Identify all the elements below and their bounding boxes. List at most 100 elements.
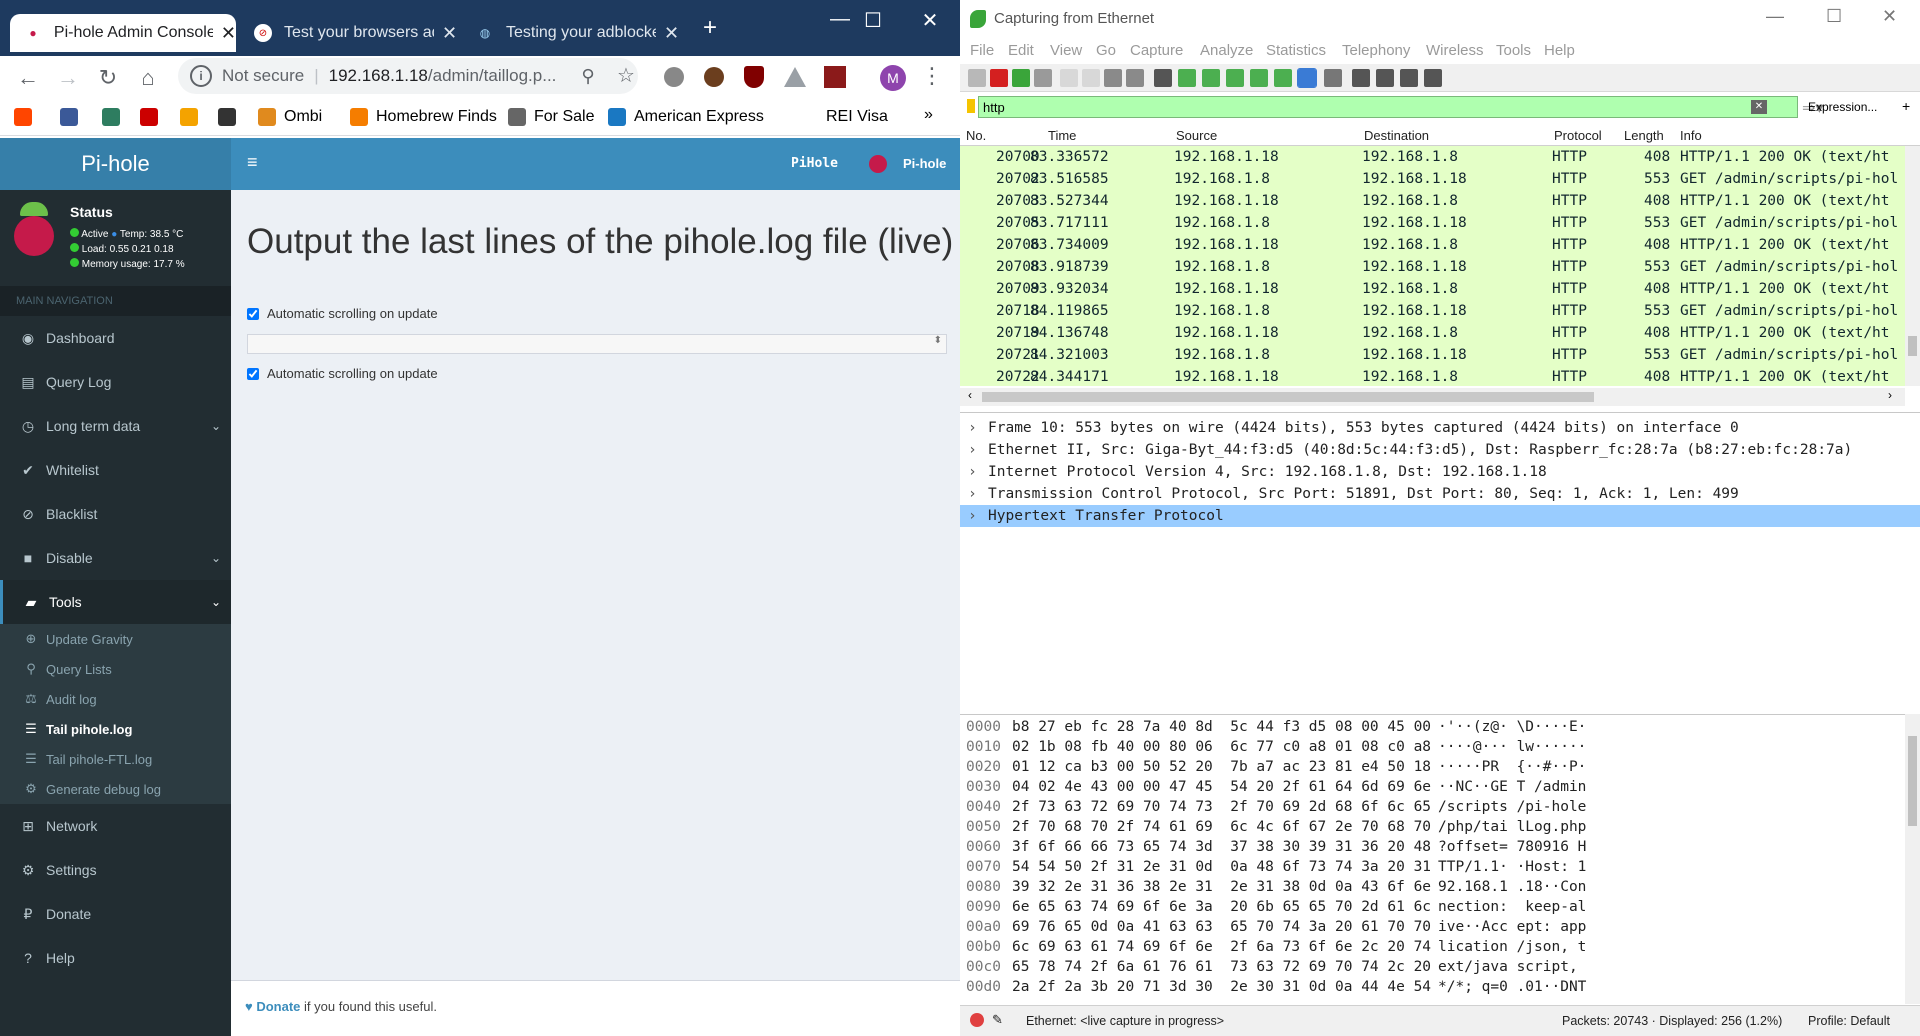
stepper-icon[interactable]: ⬍ <box>934 335 942 346</box>
hex-ascii[interactable]: ·'··(z@· \D····E· <box>1438 719 1586 735</box>
hex-bytes[interactable]: 65 78 74 2f 6a 61 76 61 73 63 72 69 70 7… <box>1012 959 1431 975</box>
column-destination[interactable]: Destination <box>1364 128 1429 143</box>
forward-arrow-icon[interactable]: → <box>54 64 82 92</box>
bookmark-item[interactable]: REI Visa <box>800 108 888 126</box>
hex-bytes[interactable]: 3f 6f 66 66 73 65 74 3d 37 38 30 39 31 3… <box>1012 839 1431 855</box>
close-window-button[interactable]: ✕ <box>1882 6 1897 27</box>
chevron-right-icon[interactable]: › <box>968 505 977 527</box>
menu-tools[interactable]: Tools <box>1496 42 1531 59</box>
bookmark-item[interactable] <box>218 108 236 126</box>
detail-row[interactable]: › Hypertext Transfer Protocol <box>960 505 1920 527</box>
hex-bytes[interactable]: 2f 73 63 72 69 70 74 73 2f 70 69 2d 68 6… <box>1012 799 1431 815</box>
kebab-menu-icon[interactable]: ⋮ <box>918 62 946 90</box>
table-row[interactable]: 20708 83.918739 192.168.1.8 192.168.1.18 HTT… <box>960 256 1905 278</box>
open-file-icon[interactable] <box>1060 69 1078 87</box>
stop-capture-icon[interactable] <box>990 69 1008 87</box>
sidebar-item-help[interactable]: ? Help <box>0 936 231 980</box>
menu-go[interactable]: Go <box>1096 42 1116 59</box>
table-row[interactable]: 20722 84.344171 192.168.1.18 192.168.1.8 HTT… <box>960 366 1905 386</box>
go-to-packet-icon[interactable] <box>1226 69 1244 87</box>
close-icon[interactable]: ✕ <box>442 23 457 44</box>
hex-bytes[interactable]: 02 1b 08 fb 40 00 80 06 6c 77 c0 a8 01 0… <box>1012 739 1431 755</box>
detail-row[interactable]: › Frame 10: 553 bytes on wire (4424 bits)… <box>960 417 1920 439</box>
detail-row[interactable]: › Ethernet II, Src: Giga-Byt_44:f3:d5 (40… <box>960 439 1920 461</box>
maximize-button[interactable]: ☐ <box>853 8 893 33</box>
address-bar[interactable]: i Not secure | 192.168.1.18 /admin/taill… <box>178 58 638 94</box>
hex-ascii[interactable]: /scripts /pi-hole <box>1438 799 1586 815</box>
close-window-button[interactable]: ✕ <box>910 8 950 33</box>
sidebar-item-whitelist[interactable]: ✔ Whitelist <box>0 448 231 492</box>
chevron-right-icon[interactable]: › <box>968 461 977 483</box>
sidebar-item-disable[interactable]: ■ Disable ⌄ <box>0 536 231 580</box>
hex-ascii[interactable]: ext/java script, <box>1438 959 1586 975</box>
menu-wireless[interactable]: Wireless <box>1426 42 1484 59</box>
zoom-out-icon[interactable] <box>1376 69 1394 87</box>
go-first-icon[interactable] <box>1250 69 1268 87</box>
minimize-button[interactable]: — <box>1766 6 1784 27</box>
table-row[interactable]: 20721 84.321003 192.168.1.8 192.168.1.18 HTT… <box>960 344 1905 366</box>
zoom-icon[interactable]: ⚲ <box>574 62 602 90</box>
hex-ascii[interactable]: ·····PR {··#··P· <box>1438 759 1586 775</box>
resize-columns-icon[interactable] <box>1424 69 1442 87</box>
hex-bytes[interactable]: 6e 65 63 74 69 6f 6e 3a 20 6b 65 65 70 2… <box>1012 899 1431 915</box>
chevron-right-icon[interactable]: › <box>968 483 977 505</box>
tab-pihole[interactable]: ● Pi-hole Admin Console ✕ <box>10 14 236 52</box>
sidebar-item-settings[interactable]: ⚙ Settings <box>0 848 231 892</box>
table-row[interactable]: 20718 84.119865 192.168.1.8 192.168.1.18 HTT… <box>960 300 1905 322</box>
packet-list-hscrollbar[interactable]: ‹ › <box>960 388 1905 406</box>
submenu-item-tail-pihole-ftl-log[interactable]: ☰ Tail pihole-FTL.log <box>0 744 231 774</box>
go-back-icon[interactable] <box>1178 69 1196 87</box>
packet-list-scrollbar[interactable] <box>1905 146 1920 386</box>
autoscroll-checkbox-1[interactable] <box>247 307 259 320</box>
bookmark-icon[interactable] <box>967 99 975 113</box>
log-output[interactable]: ⬍ <box>247 334 947 354</box>
menu-view[interactable]: View <box>1050 42 1082 59</box>
hex-ascii[interactable]: 92.168.1 .18··Con <box>1438 879 1586 895</box>
capture-options-icon[interactable] <box>1034 69 1052 87</box>
ublock-icon[interactable] <box>744 66 764 88</box>
hex-ascii[interactable]: ?offset= 780916 H <box>1438 839 1586 855</box>
autoscroll-checkbox-2[interactable] <box>247 367 259 380</box>
hex-bytes[interactable]: 04 02 4e 43 00 00 47 45 54 20 2f 61 64 6… <box>1012 779 1431 795</box>
menu-edit[interactable]: Edit <box>1008 42 1034 59</box>
hex-ascii[interactable]: ive··Acc ept: app <box>1438 919 1586 935</box>
reload-file-icon[interactable] <box>1126 69 1144 87</box>
bytes-scrollbar[interactable] <box>1905 714 1920 1004</box>
hex-ascii[interactable]: lication /json, t <box>1438 939 1586 955</box>
restart-capture-icon[interactable] <box>1012 69 1030 87</box>
submenu-item-audit-log[interactable]: ⚖ Audit log <box>0 684 231 714</box>
hex-bytes[interactable]: 2a 2f 2a 3b 20 71 3d 30 2e 30 31 0d 0a 4… <box>1012 979 1431 995</box>
edit-comment-icon[interactable]: ✎ <box>992 1012 1003 1028</box>
hex-ascii[interactable]: nection: keep-al <box>1438 899 1586 915</box>
football-extension-icon[interactable] <box>704 67 724 87</box>
table-row[interactable]: 20705 83.717111 192.168.1.8 192.168.1.18 HTT… <box>960 212 1905 234</box>
bookmark-item[interactable]: Homebrew Finds <box>350 108 497 126</box>
bookmark-item[interactable]: Ombi <box>258 108 322 126</box>
table-row[interactable]: 20700 83.336572 192.168.1.18 192.168.1.8 HTT… <box>960 146 1905 168</box>
shark-fin-start-icon[interactable] <box>968 69 986 87</box>
bookmark-item[interactable] <box>180 108 198 126</box>
hamburger-icon[interactable]: ≡ <box>247 152 258 173</box>
go-last-icon[interactable] <box>1274 69 1292 87</box>
column-source[interactable]: Source <box>1176 128 1217 143</box>
bookmark-item[interactable] <box>102 108 120 126</box>
hex-ascii[interactable]: /php/tai lLog.php <box>1438 819 1586 835</box>
hex-bytes[interactable]: 01 12 ca b3 00 50 52 20 7b a7 ac 23 81 e… <box>1012 759 1431 775</box>
submenu-item-tail-pihole-log[interactable]: ☰ Tail pihole.log <box>0 714 231 744</box>
clear-filter-icon[interactable]: ✕ <box>1751 100 1767 114</box>
reddit-extension-icon[interactable] <box>664 67 684 87</box>
hex-ascii[interactable]: TTP/1.1· ·Host: 1 <box>1438 859 1586 875</box>
hex-bytes[interactable]: b8 27 eb fc 28 7a 40 8d 5c 44 f3 d5 08 0… <box>1012 719 1431 735</box>
user-label[interactable]: Pi-hole <box>903 156 946 171</box>
chevron-right-icon[interactable]: › <box>968 439 977 461</box>
normal-size-icon[interactable] <box>1400 69 1418 87</box>
menu-file[interactable]: File <box>970 42 994 59</box>
bookmark-item[interactable] <box>140 108 158 126</box>
bookmark-item[interactable] <box>14 108 32 126</box>
table-row[interactable]: 20719 84.136748 192.168.1.18 192.168.1.8 HTT… <box>960 322 1905 344</box>
menu-help[interactable]: Help <box>1544 42 1575 59</box>
star-icon[interactable]: ☆ <box>612 62 640 90</box>
detail-row[interactable]: › Transmission Control Protocol, Src Port… <box>960 483 1920 505</box>
hex-bytes[interactable]: 6c 69 63 61 74 69 6f 6e 2f 6a 73 6f 6e 2… <box>1012 939 1431 955</box>
hex-bytes[interactable]: 39 32 2e 31 36 38 2e 31 2e 31 38 0d 0a 4… <box>1012 879 1431 895</box>
